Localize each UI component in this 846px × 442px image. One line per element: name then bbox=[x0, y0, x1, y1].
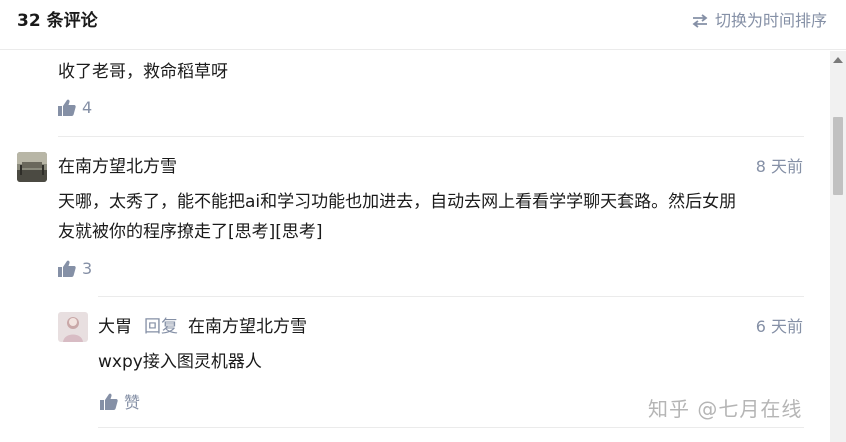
comment-text-line: 友就被你的程序撩走了[思考][思考] bbox=[58, 222, 323, 242]
avatar[interactable] bbox=[17, 152, 47, 182]
reply-label: 回复 bbox=[144, 317, 178, 337]
like-button[interactable]: 3 bbox=[58, 259, 92, 278]
like-button[interactable]: 赞 bbox=[100, 389, 140, 413]
thumbs-up-icon bbox=[100, 393, 118, 410]
swap-arrows-icon bbox=[692, 14, 708, 28]
like-count: 3 bbox=[82, 259, 93, 278]
like-button[interactable]: 4 bbox=[58, 98, 92, 117]
watermark: 知乎 @七月在线 bbox=[648, 397, 803, 421]
reply-divider bbox=[98, 427, 804, 428]
reply-author[interactable]: 大胃 bbox=[98, 315, 132, 339]
thumbs-up-icon bbox=[58, 99, 76, 116]
thumbs-up-icon bbox=[58, 260, 76, 277]
comment-text-line: 天哪，太秀了，能不能把ai和学习功能也加进去，自动去网上看看学学聊天套路。然后女… bbox=[58, 192, 737, 212]
reply-meta: 大胃 回复 在南方望北方雪 bbox=[98, 315, 307, 339]
comments-header: 32 条评论 切换为时间排序 bbox=[0, 0, 846, 50]
avatar[interactable] bbox=[58, 312, 88, 342]
like-count: 4 bbox=[82, 98, 93, 117]
reply-time: 6 天前 bbox=[755, 317, 803, 336]
comment-divider bbox=[98, 296, 804, 297]
scrollbar[interactable] bbox=[830, 51, 846, 442]
comment-text: 收了老哥，救命稻草呀 bbox=[58, 62, 228, 82]
sort-toggle-button[interactable]: 切换为时间排序 bbox=[691, 10, 827, 32]
sort-toggle-label: 切换为时间排序 bbox=[714, 11, 827, 30]
scroll-up-arrow-icon[interactable] bbox=[833, 57, 843, 63]
reply-to-user[interactable]: 在南方望北方雪 bbox=[188, 315, 307, 339]
scrollbar-thumb[interactable] bbox=[833, 117, 843, 195]
like-label: 赞 bbox=[124, 393, 141, 412]
comment-author[interactable]: 在南方望北方雪 bbox=[58, 155, 177, 179]
comment-list: 收了老哥，救命稻草呀 4 在南方望北方雪 8 天前 天哪，太秀了，能不能把ai和… bbox=[0, 51, 830, 442]
comment-time: 8 天前 bbox=[755, 157, 803, 176]
comment-divider bbox=[58, 136, 804, 137]
comment-count-title: 32 条评论 bbox=[17, 11, 98, 31]
reply-text: wxpy接入图灵机器人 bbox=[98, 352, 262, 372]
